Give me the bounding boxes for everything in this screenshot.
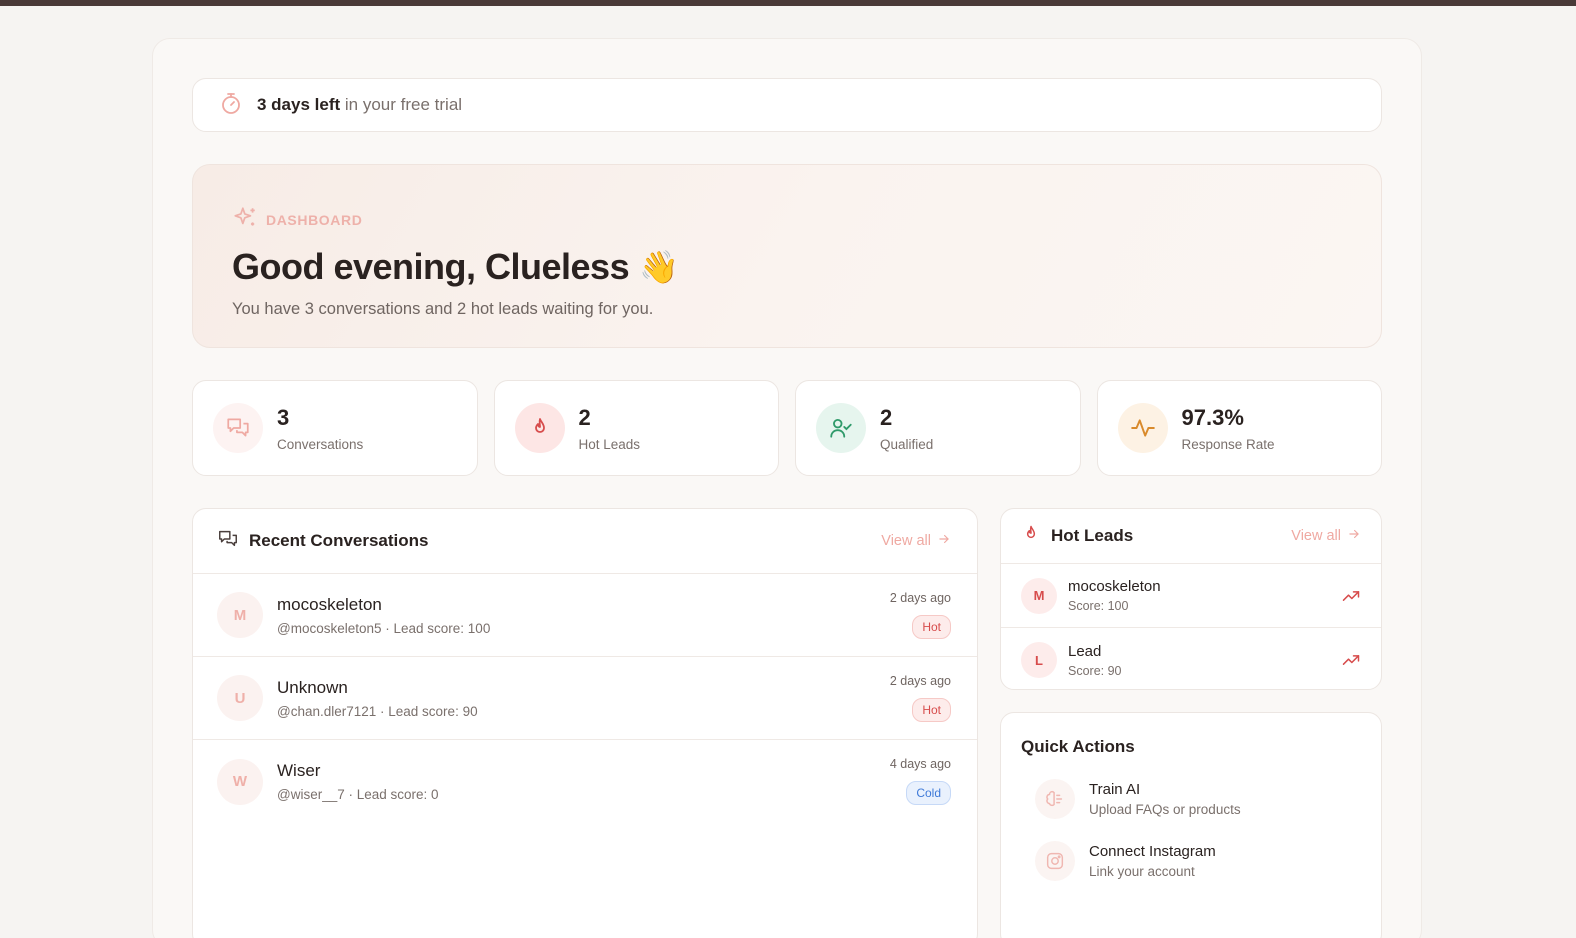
greeting-heading: Good evening, Clueless 👋	[232, 246, 1381, 288]
stat-card-hot-leads[interactable]: 2 Hot Leads	[493, 380, 779, 476]
recent-view-all-link[interactable]: View all	[881, 532, 951, 550]
flame-icon	[514, 403, 565, 453]
chat-icon	[217, 528, 239, 555]
conversation-row[interactable]: W Wiser @wiser__7 · Lead score: 0 4 days…	[193, 740, 977, 823]
conversation-meta: @chan.dler7121 · Lead score: 90	[277, 703, 478, 719]
stopwatch-icon	[219, 91, 243, 120]
stat-label: Conversations	[277, 436, 364, 452]
lead-score: Score: 100	[1068, 599, 1129, 613]
trial-rest-text: in your free trial	[344, 95, 463, 114]
eyebrow-label: DASHBOARD	[266, 211, 363, 228]
conversation-row[interactable]: M mocoskeleton @mocoskeleton5 · Lead sco…	[193, 574, 977, 657]
hot-leads-title: Hot Leads	[1051, 526, 1134, 545]
stat-label: Response Rate	[1181, 436, 1275, 452]
welcome-hero: DASHBOARD Good evening, Clueless 👋 You h…	[192, 164, 1382, 348]
stat-value: 2	[880, 404, 893, 430]
quick-action-name: Connect Instagram	[1089, 843, 1216, 860]
lead-name: mocoskeleton	[1068, 578, 1161, 595]
avatar: M	[1021, 577, 1057, 614]
conversation-name: Wiser	[277, 761, 321, 780]
avatar: L	[1021, 642, 1057, 678]
stat-card-conversations[interactable]: 3 Conversations	[192, 380, 478, 476]
hot-leads-header: Hot Leads View all	[1001, 509, 1381, 564]
flame-icon	[1021, 524, 1041, 549]
hot-leads-view-all-link[interactable]: View all	[1291, 527, 1361, 545]
top-bar	[0, 0, 1576, 6]
quick-action-name: Train AI	[1089, 781, 1141, 798]
conversation-name: mocoskeleton	[277, 594, 382, 614]
conversation-time: 2 days ago	[889, 674, 951, 688]
quick-action-desc: Link your account	[1089, 864, 1195, 879]
greeting-text: Good evening, Clueless	[232, 246, 630, 287]
activity-icon	[1117, 403, 1168, 453]
recent-conversations-card: Recent Conversations View all M mocoskel…	[192, 508, 978, 938]
chat-icon	[213, 403, 263, 453]
arrow-right-icon	[937, 532, 951, 550]
trending-up-icon	[1341, 650, 1361, 675]
dashboard-eyebrow: DASHBOARD	[232, 205, 1381, 234]
conversation-name: Unknown	[277, 677, 348, 697]
stat-label: Qualified	[880, 436, 934, 452]
sparkles-icon	[232, 205, 258, 234]
recent-conversations-title: Recent Conversations	[249, 531, 429, 550]
status-badge: Cold	[906, 781, 951, 805]
quick-actions-card: Quick Actions Train AI Upload FAQs or pr…	[1000, 712, 1382, 938]
waving-hand-emoji: 👋	[639, 249, 679, 285]
quick-action-train-ai[interactable]: Train AI Upload FAQs or products	[1021, 779, 1361, 819]
stat-value: 3	[277, 404, 290, 430]
hot-lead-row[interactable]: M mocoskeleton Score: 100	[1001, 564, 1381, 628]
avatar: M	[217, 592, 263, 638]
quick-actions-title: Quick Actions	[1021, 737, 1135, 756]
trial-days-left: 3 days left	[257, 95, 341, 114]
stat-value: 97.3%	[1181, 404, 1244, 430]
arrow-right-icon	[1347, 527, 1361, 545]
conversation-meta: @wiser__7 · Lead score: 0	[277, 787, 439, 802]
stat-value: 2	[578, 404, 591, 430]
lead-score: Score: 90	[1068, 663, 1122, 678]
conversation-time: 2 days ago	[889, 591, 951, 605]
user-check-icon	[816, 403, 866, 453]
conversation-time: 4 days ago	[889, 757, 951, 771]
stat-card-response-rate[interactable]: 97.3% Response Rate	[1096, 380, 1382, 476]
conversation-row[interactable]: U Unknown @chan.dler7121 · Lead score: 9…	[193, 657, 977, 740]
lead-name: Lead	[1068, 642, 1102, 660]
quick-action-connect-instagram[interactable]: Connect Instagram Link your account	[1021, 841, 1361, 881]
status-badge: Hot	[912, 698, 951, 722]
avatar: U	[217, 675, 263, 721]
quick-action-desc: Upload FAQs or products	[1089, 802, 1241, 817]
avatar: W	[217, 758, 263, 805]
stats-row: 3 Conversations 2 Hot Leads 2 Qualified	[192, 380, 1382, 476]
status-badge: Hot	[912, 615, 951, 639]
stat-label: Hot Leads	[578, 436, 641, 452]
stat-card-qualified[interactable]: 2 Qualified	[795, 380, 1081, 476]
conversation-meta: @mocoskeleton5 · Lead score: 100	[277, 620, 491, 636]
recent-conversations-header: Recent Conversations View all	[193, 509, 977, 574]
trending-up-icon	[1341, 586, 1361, 611]
hot-lead-row[interactable]: L Lead Score: 90	[1001, 628, 1381, 689]
hot-leads-card: Hot Leads View all M mocoskeleton Score:…	[1000, 508, 1382, 690]
trial-banner: 3 days left in your free trial	[192, 78, 1382, 132]
hero-subtitle: You have 3 conversations and 2 hot leads…	[232, 300, 654, 318]
brain-icon	[1035, 779, 1075, 819]
instagram-icon	[1035, 841, 1075, 881]
